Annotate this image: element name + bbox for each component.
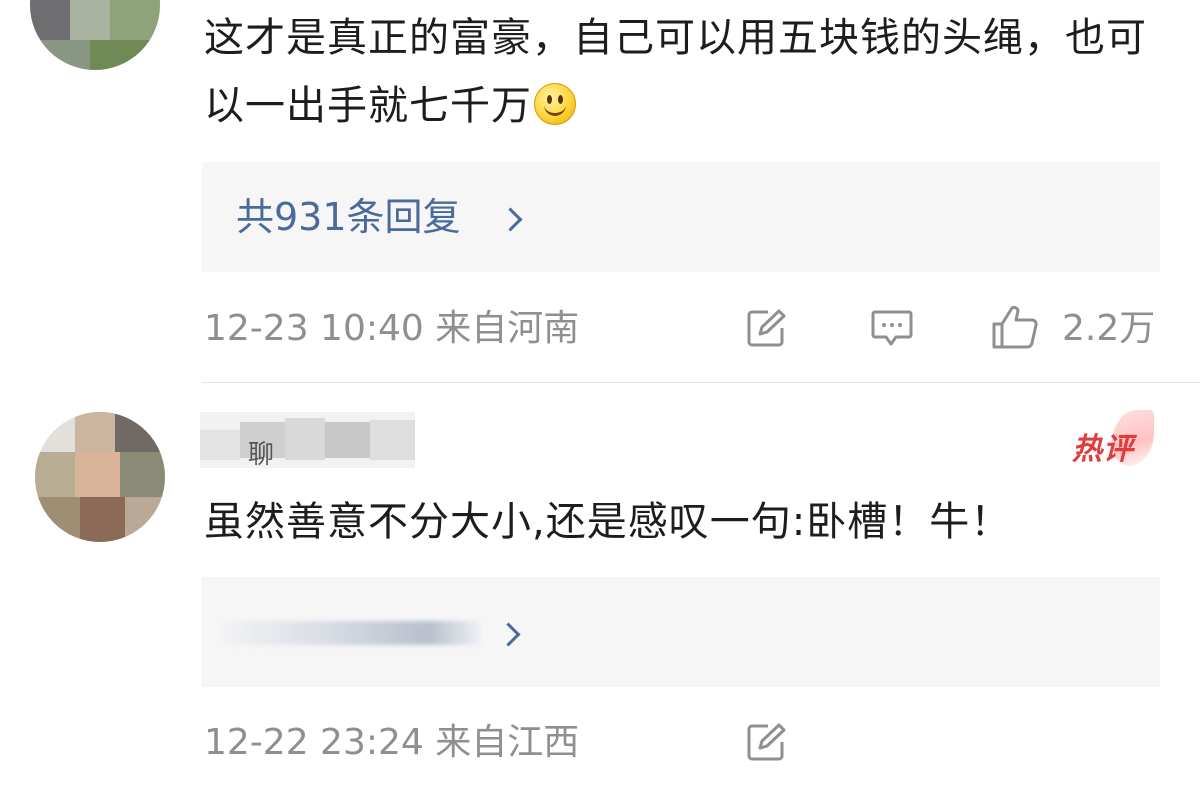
hot-comment-badge: 热评 [1066,410,1156,467]
comment-text: 这才是真正的富豪，自己可以用五块钱的头绳，也可以一出手就七千万 [204,4,1164,140]
like-count: 2.2万 [1062,308,1156,349]
chevron-right-icon [496,622,521,647]
timestamp-location: 12-22 23:24 来自江西 [204,722,580,763]
blurred-reply-link[interactable] [222,621,480,645]
comment-meta-row: 12-22 23:24 来自江西 [204,718,1164,768]
share-icon[interactable] [746,308,788,348]
comment-text: 虽然善意不分大小,还是感叹一句:卧槽！牛！ [204,499,1012,545]
like-icon[interactable] [990,304,1040,350]
hot-badge-label: 热评 [1072,432,1134,467]
divider [202,382,1200,383]
timestamp-location: 12-23 10:40 来自河南 [204,308,580,349]
smile-emoji-icon [534,83,576,125]
share-icon[interactable] [746,722,788,762]
view-replies-link[interactable]: 共931条回复 [236,192,461,242]
chevron-right-icon [498,207,523,232]
comment-meta-row: 12-23 10:40 来自河南 2.2万 [204,304,1164,354]
comment-icon[interactable] [870,308,914,348]
username[interactable]: 聊 [200,412,415,468]
comment-body: 这才是真正的富豪，自己可以用五块钱的头绳，也可以一出手就七千万 [204,15,1147,129]
reply-box[interactable]: 共931条回复 [202,162,1160,272]
username-fragment: 聊 [248,440,275,468]
avatar[interactable] [35,412,165,542]
avatar[interactable] [30,0,160,70]
reply-box[interactable] [202,577,1160,687]
